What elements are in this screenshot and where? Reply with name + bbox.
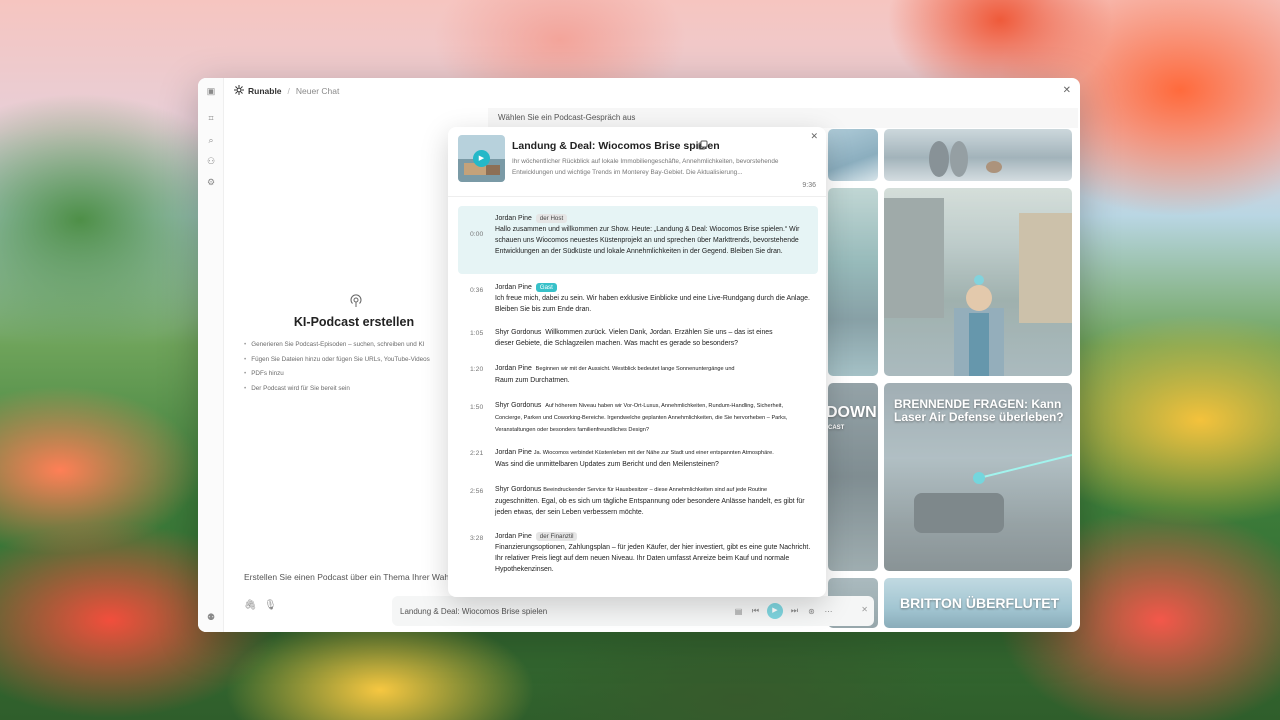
transcript-lead: Beginnen wir mit der Aussicht. Westblick… (535, 366, 735, 372)
paperclip-icon[interactable]: 🖇 (244, 600, 257, 611)
list-item: Der Podcast wird für Sie bereit sein (244, 382, 464, 397)
role-badge: der Host (535, 214, 568, 223)
transcript-body: Jordan Pine Beginnen wir mit der Aussich… (495, 363, 813, 386)
timestamp: 3:28 (470, 535, 484, 542)
forward-icon[interactable]: ⏭ (786, 606, 803, 616)
divider (448, 196, 826, 197)
transcript-body: Shyr Gordonus Auf höherem Niveau haben w… (495, 400, 813, 436)
timestamp: 0:36 (470, 287, 484, 294)
podcast-detail-modal: ✕ ▶ Landung & Deal: Wiocomos Brise spiel… (448, 127, 826, 597)
thumbnail-play-button[interactable]: ▶ (473, 150, 490, 167)
empty-state-title: KI-Podcast erstellen (293, 315, 415, 329)
transcript-row[interactable]: 1:20 Jordan Pine Beginnen wir mit der Au… (458, 360, 818, 392)
agents-icon[interactable]: ⚇ (206, 156, 216, 166)
player-controls: ▤ ⏮ ▶ ⏭ ⊛ ⋯ (730, 603, 837, 619)
role-badge: der Finanztil (535, 532, 578, 541)
settings-icon[interactable]: ⚙ (206, 177, 216, 187)
transcript-row[interactable]: 3:28 Jordan Pine der Finanztil Finanzieru… (458, 529, 818, 579)
transcript-body: Shyr Gordonus Beeindruckender Service fü… (495, 484, 813, 518)
timestamp: 2:56 (470, 488, 484, 495)
breadcrumb-separator: / (287, 86, 290, 96)
speaker-name: Shyr Gordonus (495, 486, 542, 493)
speaker-name: Shyr Gordonus (495, 402, 542, 409)
player-title: Landung & Deal: Wiocomos Brise spielen (400, 606, 548, 616)
transcript-lead: Beeindruckender Service für Hausbesitzer… (543, 487, 768, 493)
users-icon[interactable]: ⚉ (206, 612, 216, 622)
podcast-icon (350, 294, 362, 307)
speaker-name: Jordan Pine (495, 449, 532, 456)
podcast-thumbnail[interactable]: ▶ (458, 135, 505, 182)
transcript-lead: Willkommen zurück. Vielen Dank, Jordan. … (545, 329, 773, 336)
transcript-text: Raum zum Durchatmen. (495, 377, 570, 384)
audio-player: Landung & Deal: Wiocomos Brise spielen ▤… (392, 596, 874, 626)
timestamp: 1:05 (470, 330, 484, 337)
transcript-lead: Auf höherem Niveau haben wir Vor-Ort-Lux… (545, 403, 784, 409)
transcript-body: Jordan Pine Ja. Wiocomos verbindet Küste… (495, 447, 813, 470)
timestamp: 0:00 (470, 231, 484, 238)
timestamp: 1:20 (470, 366, 484, 373)
top-bar: Runable / Neuer Chat (224, 78, 1080, 104)
transcript-text: Finanzierungsoptionen, Zahlungsplan – fü… (495, 544, 811, 573)
brand-name: Runable (248, 86, 282, 96)
list-item: Fügen Sie Dateien hinzu oder fügen Sie U… (244, 353, 464, 368)
sidebar-toggle-icon[interactable]: ▣ (206, 86, 216, 96)
transcript-row[interactable]: 0:00 Jordan Pine der Host Hallo zusammen … (458, 206, 818, 274)
transcript-body: Jordan Pine Gast Ich freue mich, dabei zu… (495, 282, 813, 315)
transcript-row[interactable]: 0:36 Jordan Pine Gast Ich freue mich, dab… (458, 277, 818, 317)
transcript-icon[interactable]: ▤ (730, 607, 747, 616)
speaker-name: Jordan Pine (495, 284, 532, 291)
timestamp: 2:21 (470, 450, 484, 457)
transcript-row[interactable]: 2:56 Shyr Gordonus Beeindruckender Servi… (458, 482, 818, 522)
gallery-dim-overlay (828, 129, 1078, 632)
speaker-name: Shyr Gordonus (495, 329, 542, 336)
transcript-text: zugeschnitten. Egal, ob es sich um tägli… (495, 498, 805, 516)
speaker-name: Jordan Pine (495, 365, 532, 372)
transcript-row[interactable]: 2:21 Jordan Pine Ja. Wiocomos verbindet … (458, 445, 818, 477)
new-chat-icon[interactable]: ⌗ (206, 113, 216, 123)
modal-description: Ihr wöchentlicher Rückblick auf lokale I… (512, 158, 779, 176)
play-button[interactable]: ▶ (767, 603, 783, 619)
transcript-body: Jordan Pine der Finanztil Finanzierungsop… (495, 531, 813, 575)
microphone-icon[interactable]: 🎙 (264, 600, 277, 611)
episode-duration: 9:36 (802, 182, 816, 189)
close-player-icon[interactable]: ✕ (861, 605, 868, 614)
breadcrumb[interactable]: Neuer Chat (296, 86, 339, 96)
speed-icon[interactable]: ⊛ (803, 607, 820, 616)
modal-title: Landung & Deal: Wiocomos Brise spielen (512, 140, 720, 152)
speaker-name: Jordan Pine (495, 533, 532, 540)
transcript-text: Was sind die unmittelbaren Updates zum B… (495, 461, 719, 468)
sidebar-rail: ▣ ⌗ ⌕ ⚇ ⚙ ⚉ (198, 78, 224, 632)
speaker-name: Jordan Pine (495, 215, 532, 222)
list-item: Generieren Sie Podcast-Episoden – suchen… (244, 338, 464, 353)
logo-icon (234, 85, 244, 97)
more-icon[interactable]: ⋯ (820, 607, 837, 616)
transcript-body: Jordan Pine der Host Hallo zusammen und w… (495, 213, 813, 257)
list-item: PDFs hinzu (244, 367, 464, 382)
copy-icon[interactable] (698, 140, 708, 150)
search-icon[interactable]: ⌕ (206, 135, 216, 145)
transcript-body: Shyr Gordonus Willkommen zurück. Vielen … (495, 327, 813, 349)
transcript-text: dieser Gebiete, die Schlagzeilen machen.… (495, 340, 738, 347)
timestamp: 1:50 (470, 404, 484, 411)
transcript-text: Hallo zusammen und willkommen zur Show. … (495, 226, 800, 255)
transcript-text: Concierge, Parken und Coworking-Bereiche… (495, 415, 788, 433)
close-modal-icon[interactable]: ✕ (810, 131, 818, 142)
close-window-icon[interactable]: ✕ (1063, 85, 1071, 96)
transcript-lead: Ja. Wiocomos verbindet Küstenleben mit d… (533, 450, 774, 456)
transcript-row[interactable]: 1:50 Shyr Gordonus Auf höherem Niveau ha… (458, 397, 818, 437)
empty-state-list: Generieren Sie Podcast-Episoden – suchen… (244, 338, 464, 396)
transcript-text: Ich freue mich, dabei zu sein. Wir haben… (495, 295, 810, 313)
prompt-input[interactable]: Erstellen Sie einen Podcast über ein The… (244, 572, 460, 582)
role-badge: Gast (535, 283, 557, 292)
picker-header: Wählen Sie ein Podcast-Gespräch aus (488, 108, 1078, 128)
rewind-icon[interactable]: ⏮ (747, 606, 764, 616)
transcript-row[interactable]: 1:05 Shyr Gordonus Willkommen zurück. Vi… (458, 322, 818, 354)
